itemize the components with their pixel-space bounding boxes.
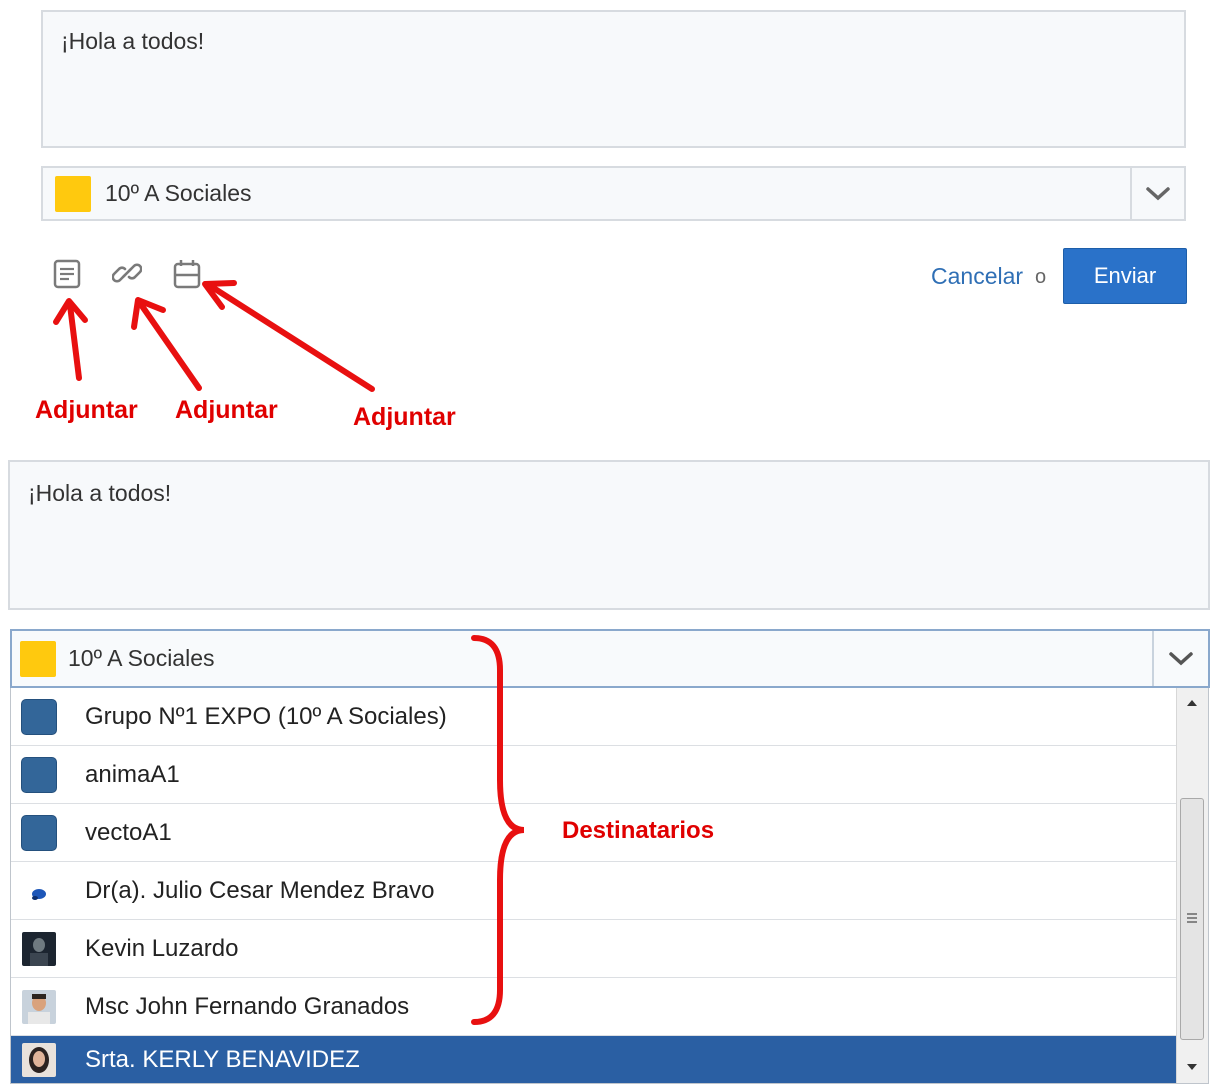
list-item[interactable]: animaA1 bbox=[11, 746, 1177, 804]
message-textarea-bottom[interactable]: ¡Hola a todos! bbox=[8, 460, 1210, 610]
message-text: ¡Hola a todos! bbox=[28, 480, 172, 506]
list-item[interactable]: Dr(a). Julio Cesar Mendez Bravo bbox=[11, 862, 1177, 920]
list-item[interactable]: Grupo Nº1 EXPO (10º A Sociales) bbox=[11, 688, 1177, 746]
annotation-brace bbox=[471, 635, 525, 1025]
group-select-label: 10º A Sociales bbox=[68, 645, 215, 671]
annotation-attach-file: Adjuntar bbox=[35, 396, 138, 424]
avatar bbox=[22, 989, 56, 1024]
list-item[interactable]: Msc John Fernando Granados bbox=[11, 978, 1177, 1036]
chevron-down-icon[interactable] bbox=[1152, 631, 1208, 686]
dropdown-scrollbar[interactable] bbox=[1176, 688, 1208, 1083]
scroll-up-icon[interactable] bbox=[1186, 698, 1198, 708]
annotation-arrows bbox=[53, 280, 375, 392]
scrollbar-thumb[interactable] bbox=[1180, 798, 1204, 1040]
recipient-label: Kevin Luzardo bbox=[85, 934, 239, 962]
recipient-label: Dr(a). Julio Cesar Mendez Bravo bbox=[85, 876, 435, 904]
avatar bbox=[22, 1043, 56, 1077]
group-icon bbox=[21, 698, 57, 735]
annotation-attach-event: Adjuntar bbox=[353, 403, 456, 431]
annotation-attach-url: Adjuntar bbox=[175, 396, 278, 424]
avatar bbox=[22, 931, 56, 966]
recipient-label: animaA1 bbox=[85, 760, 180, 788]
recipient-label: Srta. KERLY BENAVIDEZ bbox=[85, 1046, 360, 1073]
list-item[interactable]: Kevin Luzardo bbox=[11, 920, 1177, 978]
recipients-dropdown[interactable]: Grupo Nº1 EXPO (10º A Sociales) animaA1 … bbox=[10, 688, 1209, 1084]
group-select-bottom[interactable]: 10º A Sociales bbox=[10, 629, 1210, 688]
recipient-label: Msc John Fernando Granados bbox=[85, 992, 410, 1020]
recipient-label: vectoA1 bbox=[85, 818, 172, 846]
group-icon bbox=[21, 814, 57, 851]
recipient-label: Grupo Nº1 EXPO (10º A Sociales) bbox=[85, 702, 447, 730]
group-color-swatch bbox=[20, 640, 56, 677]
avatar bbox=[22, 873, 56, 908]
scroll-down-icon[interactable] bbox=[1186, 1062, 1198, 1072]
annotation-recipients: Destinatarios bbox=[562, 817, 715, 844]
group-icon bbox=[21, 756, 57, 793]
list-item-selected[interactable]: Srta. KERLY BENAVIDEZ bbox=[11, 1036, 1177, 1083]
